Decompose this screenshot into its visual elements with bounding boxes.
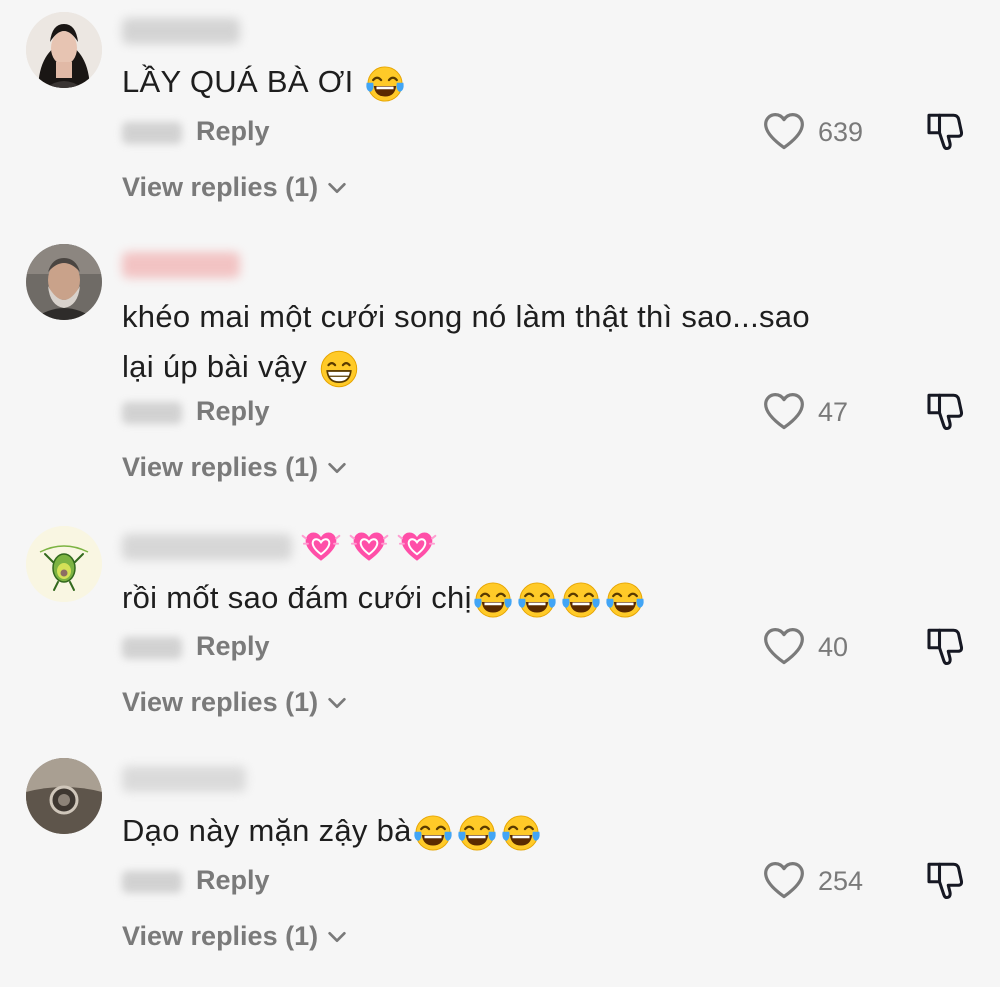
- comment-text: rồi mốt sao đám cưới chị: [122, 573, 882, 623]
- reply-button[interactable]: Reply: [196, 865, 270, 896]
- laughing-tears-emoji-icon: [472, 579, 514, 621]
- comment-text-content: rồi mốt sao đám cưới chị: [122, 580, 472, 615]
- comment-date-blurred: [122, 871, 182, 893]
- comment-text-line-2: lại úp bài vậy: [122, 342, 882, 392]
- heart-outline-icon: [762, 859, 806, 903]
- like-count: 47: [818, 396, 849, 427]
- view-replies-button[interactable]: View replies (1): [122, 687, 348, 718]
- avatar[interactable]: [26, 12, 102, 88]
- chevron-down-icon: [326, 692, 348, 714]
- comment-date-blurred: [122, 402, 182, 424]
- view-replies-button[interactable]: View replies (1): [122, 921, 348, 952]
- laughing-tears-emoji-icon: [516, 579, 558, 621]
- heart-emoji-icon: [300, 524, 342, 566]
- comment-date-blurred: [122, 122, 182, 144]
- dislike-icon[interactable]: [922, 625, 964, 667]
- laughing-tears-emoji-icon: [412, 812, 454, 854]
- reply-button[interactable]: Reply: [196, 396, 270, 427]
- dislike-icon[interactable]: [922, 390, 964, 432]
- comment-text: LẦY QUÁ BÀ ƠI: [122, 57, 882, 107]
- username-blurred[interactable]: [122, 252, 240, 278]
- like-count: 254: [818, 865, 864, 896]
- avatar[interactable]: [26, 244, 102, 320]
- view-replies-label: View replies (1): [122, 687, 319, 717]
- view-replies-button[interactable]: View replies (1): [122, 172, 348, 203]
- chevron-down-icon: [326, 926, 348, 948]
- grinning-emoji-icon: [318, 348, 360, 390]
- reply-button[interactable]: Reply: [196, 631, 270, 662]
- dislike-icon[interactable]: [922, 859, 964, 901]
- reply-button[interactable]: Reply: [196, 116, 270, 147]
- like-count: 639: [818, 116, 864, 147]
- heart-outline-icon: [762, 110, 806, 154]
- like-button[interactable]: 40: [762, 625, 848, 669]
- like-button[interactable]: 254: [762, 859, 863, 903]
- heart-emoji-icon: [348, 524, 390, 566]
- comment-text: khéo mai một cưới song nó làm thật thì s…: [122, 292, 882, 392]
- laughing-tears-emoji-icon: [604, 579, 646, 621]
- laughing-tears-emoji-icon: [500, 812, 542, 854]
- chevron-down-icon: [326, 457, 348, 479]
- laughing-tears-emoji-icon: [364, 63, 406, 105]
- comment-text: Dạo này mặn zậy bà: [122, 806, 882, 856]
- like-button[interactable]: 47: [762, 390, 848, 434]
- dislike-icon[interactable]: [922, 110, 964, 152]
- heart-outline-icon: [762, 390, 806, 434]
- comment-text-content: lại úp bài vậy: [122, 349, 308, 384]
- view-replies-label: View replies (1): [122, 452, 319, 482]
- view-replies-button[interactable]: View replies (1): [122, 452, 348, 483]
- comment-text-line: khéo mai một cưới song nó làm thật thì s…: [122, 299, 810, 334]
- avatar[interactable]: [26, 758, 102, 834]
- username-blurred[interactable]: [122, 766, 246, 792]
- view-replies-label: View replies (1): [122, 172, 319, 202]
- comment-text-content: LẦY QUÁ BÀ ƠI: [122, 64, 354, 99]
- heart-outline-icon: [762, 625, 806, 669]
- chevron-down-icon: [326, 177, 348, 199]
- username-emojis: [300, 524, 438, 566]
- heart-emoji-icon: [396, 524, 438, 566]
- comment-text-content: Dạo này mặn zậy bà: [122, 813, 412, 848]
- like-button[interactable]: 639: [762, 110, 863, 154]
- view-replies-label: View replies (1): [122, 921, 319, 951]
- avatar[interactable]: [26, 526, 102, 602]
- comment-date-blurred: [122, 637, 182, 659]
- like-count: 40: [818, 631, 849, 662]
- laughing-tears-emoji-icon: [560, 579, 602, 621]
- laughing-tears-emoji-icon: [456, 812, 498, 854]
- username-blurred[interactable]: [122, 18, 240, 44]
- username-blurred[interactable]: [122, 534, 292, 560]
